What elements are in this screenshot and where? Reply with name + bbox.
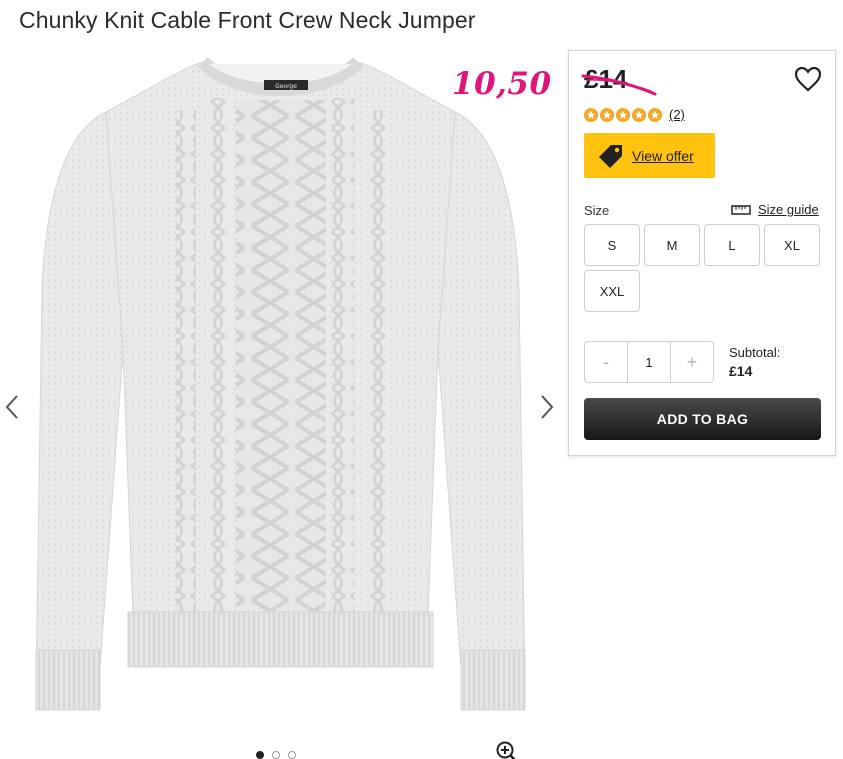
size-option-l[interactable]: L [704,224,760,266]
gallery-dot[interactable] [272,751,280,759]
quantity-increase-button[interactable]: + [671,342,713,382]
page-title: Chunky Knit Cable Front Crew Neck Jumper [19,7,476,33]
ruler-icon [731,204,751,215]
zoom-in-icon[interactable] [495,740,517,759]
neck-label: George [275,83,297,90]
size-guide-label: Size guide [758,202,819,217]
star-icon [632,107,646,122]
quantity-value[interactable]: 1 [627,342,671,382]
add-to-bag-button[interactable]: ADD TO BAG [584,398,821,440]
subtotal-label: Subtotal: [729,345,781,360]
product-gallery: George [0,50,565,759]
view-offer-button[interactable]: View offer [584,133,715,178]
star-icon [616,107,630,122]
purchase-panel: £14 (2) View offer Size Size guide S M L… [568,50,836,456]
review-count-link[interactable]: (2) [669,107,685,122]
subtotal-value: £14 [729,363,753,379]
next-image-button[interactable] [537,390,557,424]
gallery-pagination [256,751,296,759]
chevron-right-icon [541,395,554,419]
chevron-left-icon [5,395,18,419]
size-option-xl[interactable]: XL [764,224,820,266]
tag-icon [599,144,622,168]
gallery-dot[interactable] [256,751,264,759]
size-option-s[interactable]: S [584,224,640,266]
star-icon [600,107,614,122]
star-icon [584,107,598,122]
product-image[interactable]: George [28,50,533,730]
product-rating: (2) [584,107,685,122]
previous-image-button[interactable] [2,390,22,424]
size-option-xxl[interactable]: XXL [584,270,640,312]
gallery-dot[interactable] [288,751,296,759]
view-offer-label: View offer [632,147,694,164]
annotated-sale-price: 10,50 [452,66,552,102]
size-label: Size [584,203,610,218]
size-guide-link[interactable]: Size guide [731,202,819,217]
quantity-stepper: - 1 + [584,341,714,383]
size-option-m[interactable]: M [644,224,700,266]
star-icon [648,107,662,122]
quantity-decrease-button[interactable]: - [585,342,627,382]
product-price: £14 [584,64,628,94]
heart-icon[interactable] [794,66,822,92]
